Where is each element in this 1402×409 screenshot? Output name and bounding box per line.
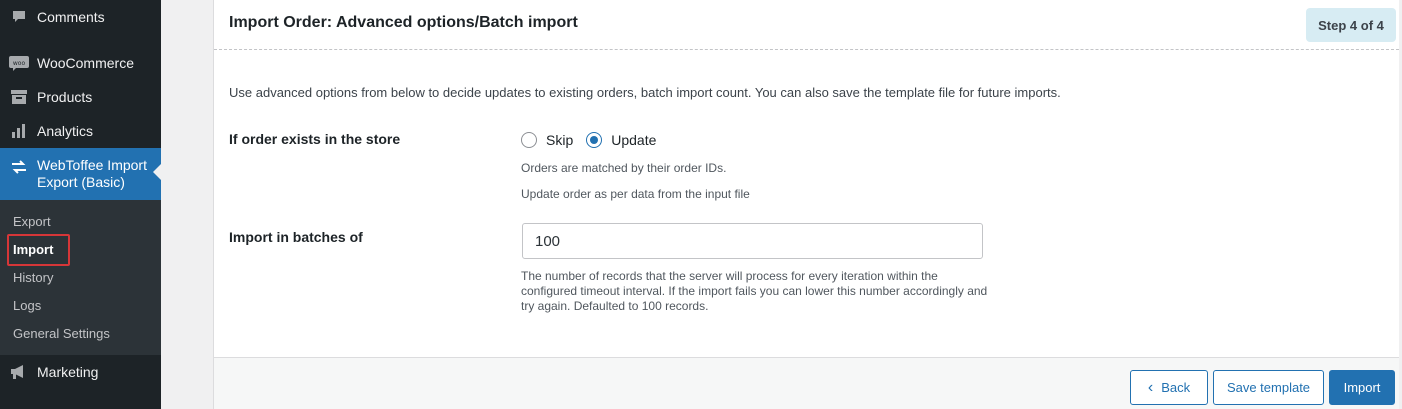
- import-button[interactable]: Import: [1329, 370, 1395, 405]
- back-button-label: Back: [1161, 380, 1191, 395]
- submenu-item-export[interactable]: Export: [13, 214, 51, 229]
- page-title: Import Order: Advanced options/Batch imp…: [229, 14, 578, 31]
- active-menu-arrow: [153, 164, 161, 180]
- step-badge: Step 4 of 4: [1306, 8, 1396, 42]
- products-icon: [9, 87, 29, 107]
- menu-label-webtoffee: WebToffee Import Export (Basic): [37, 157, 147, 190]
- save-template-button[interactable]: Save template: [1213, 370, 1324, 405]
- menu-item-comments[interactable]: Comments: [0, 0, 161, 34]
- panel-header: Import Order: Advanced options/Batch imp…: [214, 0, 1399, 50]
- submenu-item-logs[interactable]: Logs: [13, 298, 41, 313]
- order-match-hint: Orders are matched by their order IDs.: [521, 161, 727, 175]
- import-export-icon: [9, 157, 29, 177]
- menu-label-analytics: Analytics: [37, 123, 94, 139]
- svg-text:woo: woo: [13, 60, 26, 67]
- comments-icon: [9, 7, 29, 27]
- update-hint: Update order as per data from the input …: [521, 187, 750, 201]
- menu-item-woocommerce[interactable]: woo WooCommerce: [0, 46, 161, 80]
- submenu-item-history[interactable]: History: [13, 270, 53, 285]
- back-button[interactable]: ‹ Back: [1130, 370, 1208, 405]
- panel-footer: ‹ Back Save template Import: [214, 357, 1399, 409]
- order-exists-label: If order exists in the store: [229, 131, 401, 147]
- menu-label-comments: Comments: [37, 9, 105, 25]
- import-panel: Import Order: Advanced options/Batch imp…: [213, 0, 1399, 409]
- update-radio-label[interactable]: Update: [611, 132, 656, 148]
- skip-radio[interactable]: [521, 132, 537, 148]
- order-exists-options: Skip Update: [521, 132, 669, 148]
- batch-size-input[interactable]: [522, 223, 983, 259]
- admin-sidebar: Comments woo WooCommerce Products Analyt…: [0, 0, 161, 409]
- webtoffee-submenu: Export Import History Logs General Setti…: [0, 200, 161, 355]
- analytics-icon: [9, 121, 29, 141]
- chevron-left-icon: ‹: [1147, 378, 1154, 396]
- menu-label-products: Products: [37, 89, 93, 105]
- menu-label-marketing: Marketing: [37, 364, 99, 380]
- menu-item-webtoffee-import-export[interactable]: WebToffee Import Export (Basic): [0, 148, 161, 200]
- menu-item-analytics[interactable]: Analytics: [0, 114, 161, 148]
- update-radio[interactable]: [586, 132, 603, 148]
- submenu-item-general-settings[interactable]: General Settings: [13, 326, 110, 341]
- menu-item-marketing[interactable]: Marketing: [0, 355, 161, 389]
- import-highlight-box: [7, 234, 70, 266]
- intro-text: Use advanced options from below to decid…: [229, 85, 1061, 100]
- woocommerce-icon: woo: [9, 53, 29, 73]
- menu-label-woocommerce: WooCommerce: [37, 55, 134, 71]
- batch-label: Import in batches of: [229, 229, 363, 245]
- menu-item-products[interactable]: Products: [0, 80, 161, 114]
- megaphone-icon: [9, 362, 29, 382]
- skip-radio-label[interactable]: Skip: [546, 132, 573, 148]
- batch-hint: The number of records that the server wi…: [521, 269, 988, 313]
